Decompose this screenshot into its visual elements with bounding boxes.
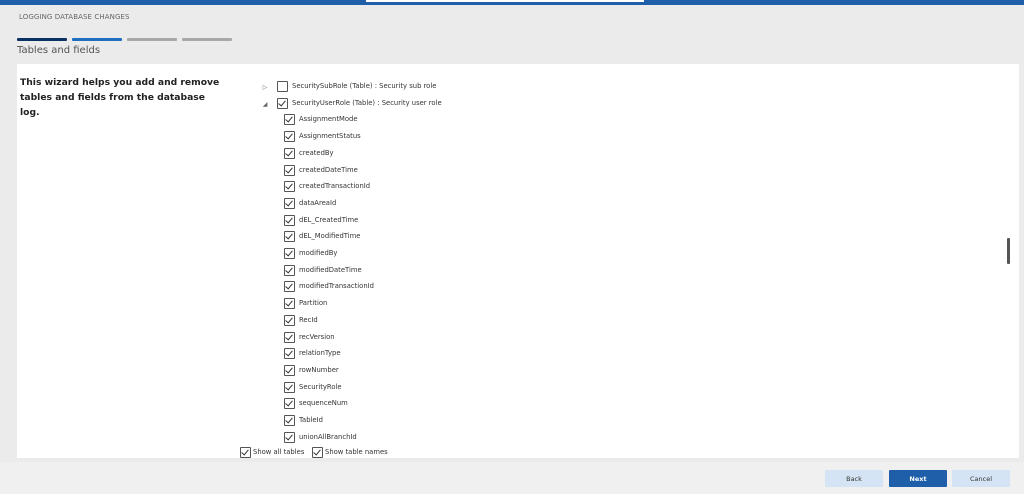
field-node-10-label: modifiedTransactionId <box>299 282 374 291</box>
content-panel: This wizard helps you add and remove tab… <box>17 64 1019 458</box>
field-node-5[interactable]: dataAreaId <box>253 197 653 213</box>
show-all-tables-checkbox[interactable] <box>240 447 251 458</box>
table-node-0-checkbox[interactable] <box>277 81 288 92</box>
field-node-5-label: dataAreaId <box>299 198 337 207</box>
field-node-17-checkbox[interactable] <box>284 398 295 410</box>
show-table-names-checkbox[interactable] <box>312 447 323 458</box>
table-node-1-checkbox[interactable] <box>277 97 288 109</box>
field-node-19-label: unionAllBranchId <box>299 432 357 441</box>
field-node-7-label: dEL_ModifiedTime <box>299 232 361 241</box>
field-node-18-label: TableId <box>299 416 323 424</box>
table-node-0[interactable]: ▷ SecuritySubRole (Table) : Security sub … <box>253 80 653 96</box>
field-node-11[interactable]: Partition <box>253 297 653 313</box>
field-node-6[interactable]: dEL_CreatedTime <box>253 214 653 230</box>
cancel-button[interactable]: Cancel <box>952 470 1010 487</box>
step-indicator-2 <box>72 38 122 41</box>
field-node-11-checkbox[interactable] <box>284 298 295 310</box>
field-node-18-checkbox[interactable] <box>284 415 295 426</box>
field-node-17[interactable]: sequenceNum <box>253 397 653 413</box>
field-node-0-checkbox[interactable] <box>284 114 295 126</box>
field-node-0[interactable]: AssignmentMode <box>253 113 653 129</box>
field-node-14[interactable]: relationType <box>253 347 653 363</box>
back-button[interactable]: Back <box>825 470 883 487</box>
field-node-7-checkbox[interactable] <box>284 231 295 243</box>
field-node-19[interactable]: unionAllBranchId <box>253 431 653 447</box>
field-node-5-checkbox[interactable] <box>284 197 295 209</box>
table-node-1-label: SecurityUserRole (Table) : Security user… <box>292 98 442 107</box>
top-bar-highlight <box>366 0 644 2</box>
step-indicator-4 <box>182 38 232 41</box>
field-node-9-checkbox[interactable] <box>284 264 295 276</box>
expand-arrow-right-icon[interactable]: ▷ <box>261 84 269 91</box>
field-node-8-checkbox[interactable] <box>284 248 295 259</box>
field-node-9-label: modifiedDateTime <box>299 265 362 274</box>
step-indicator-3 <box>127 38 177 41</box>
field-node-8-label: modifiedBy <box>299 249 338 257</box>
field-node-1-label: AssignmentStatus <box>299 132 361 141</box>
expand-arrow-down-icon[interactable]: ◢ <box>261 101 269 108</box>
field-node-12[interactable]: RecId <box>253 314 653 330</box>
field-node-16[interactable]: SecurityRole <box>253 381 653 397</box>
field-node-4-checkbox[interactable] <box>284 181 295 193</box>
page-title: Tables and fields <box>17 45 101 56</box>
intro-text: This wizard helps you add and remove tab… <box>20 77 220 118</box>
field-node-13-label: recVersion <box>299 332 335 341</box>
top-accent-bar <box>0 0 1024 5</box>
field-node-2-checkbox[interactable] <box>284 147 295 159</box>
next-button[interactable]: Next <box>889 470 947 487</box>
field-node-12-label: RecId <box>299 315 318 324</box>
field-node-6-checkbox[interactable] <box>284 214 295 226</box>
field-node-3-checkbox[interactable] <box>284 164 295 176</box>
field-node-7[interactable]: dEL_ModifiedTime <box>253 230 653 246</box>
field-node-13[interactable]: recVersion <box>253 331 653 347</box>
field-node-4[interactable]: createdTransactionId <box>253 180 653 196</box>
field-node-2-label: createdBy <box>299 148 334 157</box>
field-node-10[interactable]: modifiedTransactionId <box>253 280 653 296</box>
scrollbar-thumb[interactable] <box>1007 238 1010 264</box>
field-node-16-label: SecurityRole <box>299 382 342 391</box>
table-node-1[interactable]: ◢ SecurityUserRole (Table) : Security use… <box>253 97 653 113</box>
field-node-3-label: createdDateTime <box>299 165 358 174</box>
show-table-names-label: Show table names <box>325 448 388 456</box>
field-node-17-label: sequenceNum <box>299 399 348 408</box>
field-node-18[interactable]: TableId <box>253 414 653 430</box>
field-node-1-checkbox[interactable] <box>284 131 295 143</box>
table-node-0-label: SecuritySubRole (Table) : Security sub r… <box>292 82 437 90</box>
field-node-16-checkbox[interactable] <box>284 381 295 393</box>
field-node-2[interactable]: createdBy <box>253 147 653 163</box>
field-node-15[interactable]: rowNumber <box>253 364 653 380</box>
field-node-14-label: relationType <box>299 349 341 358</box>
field-node-19-checkbox[interactable] <box>284 431 295 443</box>
field-node-3[interactable]: createdDateTime <box>253 164 653 180</box>
field-node-12-checkbox[interactable] <box>284 314 295 326</box>
step-indicator-1 <box>17 38 67 41</box>
field-node-8[interactable]: modifiedBy <box>253 247 653 263</box>
field-node-15-checkbox[interactable] <box>284 364 295 376</box>
field-node-15-label: rowNumber <box>299 365 339 374</box>
field-node-1[interactable]: AssignmentStatus <box>253 130 653 146</box>
show-all-tables-label: Show all tables <box>253 448 305 456</box>
wizard-header: LOGGING DATABASE CHANGES <box>19 13 130 21</box>
field-node-11-label: Partition <box>299 299 328 308</box>
field-node-0-label: AssignmentMode <box>299 115 358 124</box>
field-node-13-checkbox[interactable] <box>284 331 295 343</box>
field-node-4-label: createdTransactionId <box>299 182 371 191</box>
field-node-6-label: dEL_CreatedTime <box>299 215 359 224</box>
field-node-9[interactable]: modifiedDateTime <box>253 264 653 280</box>
field-node-14-checkbox[interactable] <box>284 348 295 360</box>
field-node-10-checkbox[interactable] <box>284 281 295 293</box>
